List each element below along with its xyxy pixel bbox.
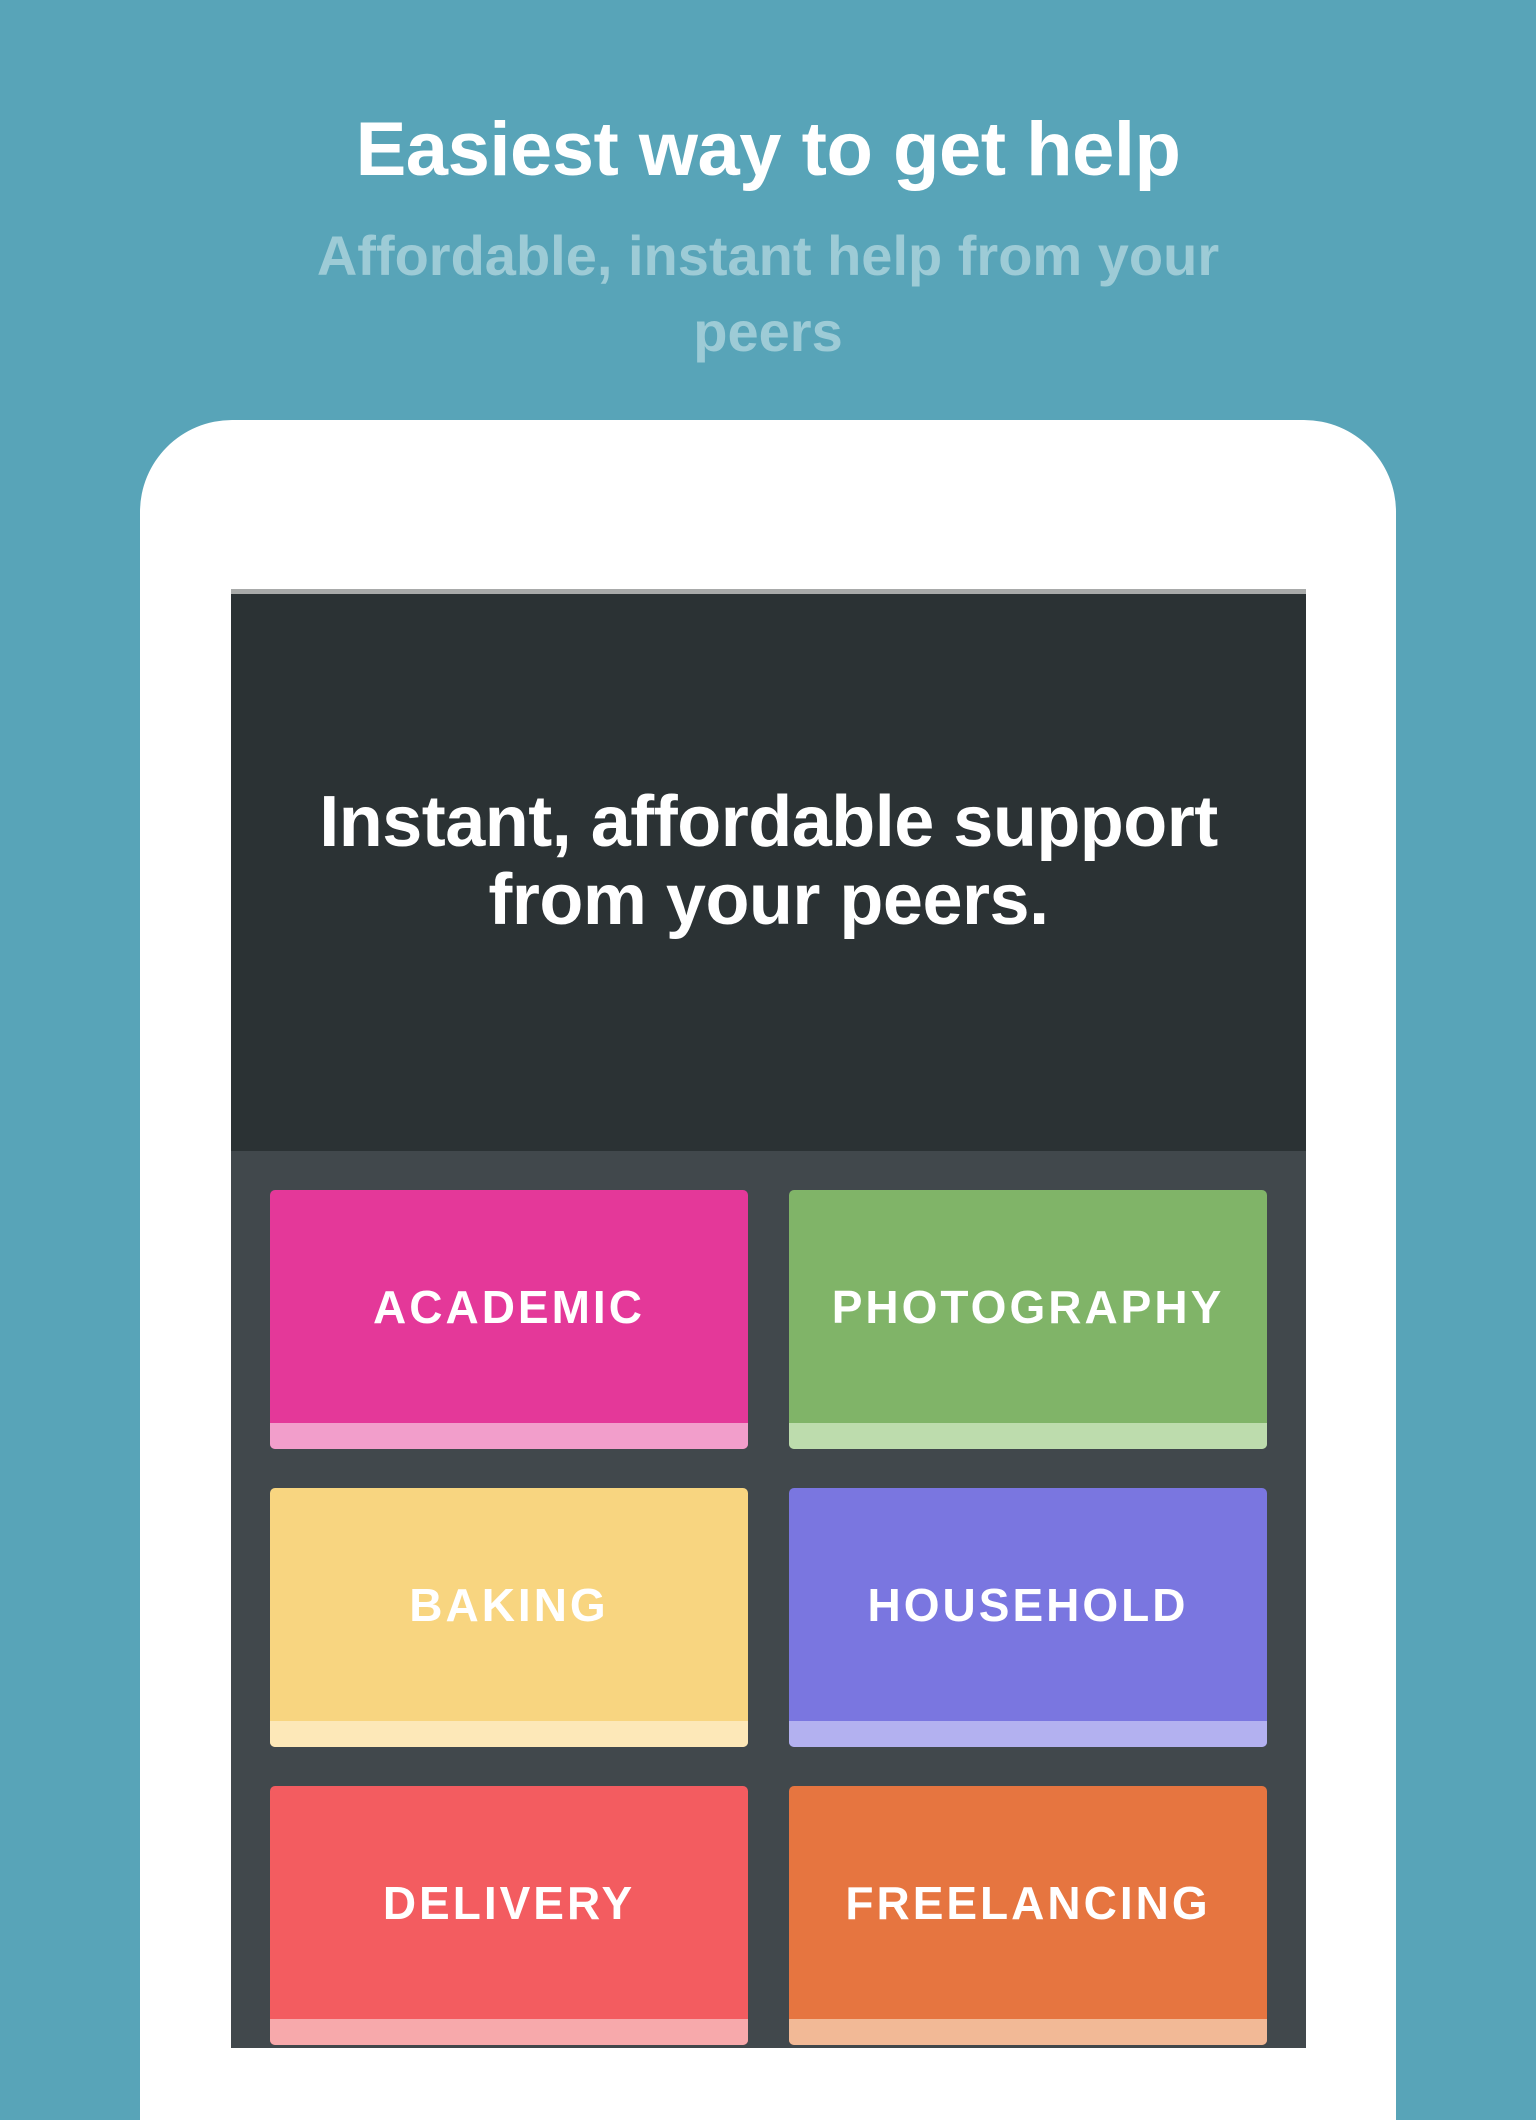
category-label: FREELANCING	[845, 1876, 1211, 1929]
category-tile-delivery[interactable]: DELIVERY	[270, 1786, 748, 2045]
category-tile-academic[interactable]: ACADEMIC	[270, 1190, 748, 1449]
category-grid: ACADEMIC PHOTOGRAPHY BAKING HOUSEHOLD DE…	[270, 1190, 1267, 2045]
hero-banner: Instant, affordable support from your pe…	[231, 594, 1306, 1151]
hero-heading: Instant, affordable support from your pe…	[319, 781, 1218, 940]
category-label: ACADEMIC	[373, 1280, 645, 1333]
category-stripe	[789, 1423, 1267, 1449]
category-label: BAKING	[409, 1578, 609, 1631]
category-stripe	[789, 1721, 1267, 1747]
category-tile-baking[interactable]: BAKING	[270, 1488, 748, 1747]
promo-subtitle: Affordable, instant help from your peers	[316, 224, 1220, 363]
app-screen: Instant, affordable support from your pe…	[231, 589, 1306, 2048]
promo-title: Easiest way to get help	[355, 107, 1181, 192]
category-label: DELIVERY	[382, 1876, 636, 1929]
category-tile-photography[interactable]: PHOTOGRAPHY	[789, 1190, 1267, 1449]
category-stripe	[270, 2019, 748, 2045]
category-stripe	[270, 1721, 748, 1747]
category-tile-freelancing[interactable]: FREELANCING	[789, 1786, 1267, 2045]
category-stripe	[789, 2019, 1267, 2045]
category-label: HOUSEHOLD	[867, 1578, 1189, 1631]
category-label: PHOTOGRAPHY	[831, 1280, 1225, 1333]
category-tile-household[interactable]: HOUSEHOLD	[789, 1488, 1267, 1747]
category-stripe	[270, 1423, 748, 1449]
